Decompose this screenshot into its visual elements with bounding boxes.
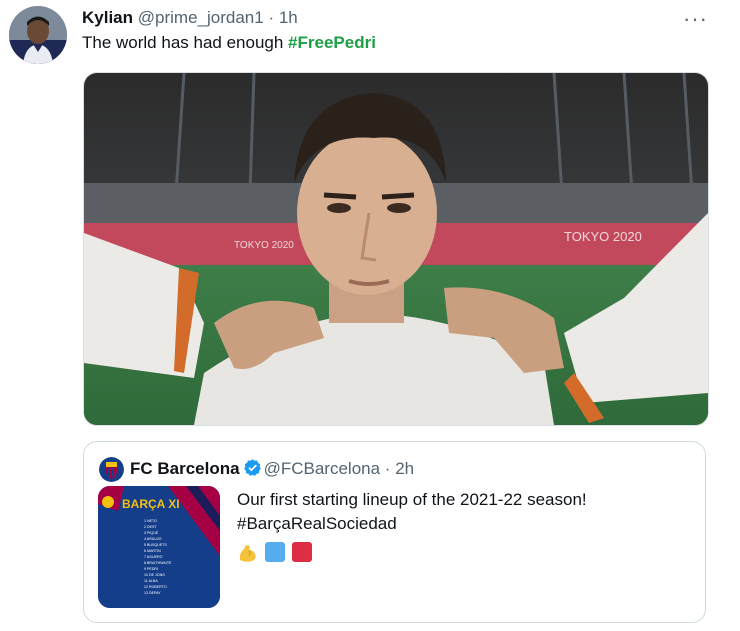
quoted-time[interactable]: 2h (395, 459, 414, 478)
tweet-media[interactable]: TOKYO 2020 TOKYO 2020 (83, 72, 709, 426)
lineup-player: 12 ROBERTO (144, 585, 167, 589)
lineup-player: 13 DEPAY (144, 591, 161, 595)
fc-barcelona-logo-icon (99, 457, 124, 482)
tweet-time[interactable]: 1h (279, 8, 298, 27)
avatar-image (9, 6, 67, 64)
stadium-text-right: TOKYO 2020 (564, 229, 642, 244)
more-horizontal-icon: ··· (683, 6, 708, 31)
quoted-thumbnail[interactable]: BARÇA XI 1 NETO 2 DEST 3 PIQUÉ 4 ARAUJO 5 BU… (98, 486, 220, 608)
blue-square-icon (265, 542, 286, 567)
lineup-player: 4 ARAUJO (144, 537, 162, 541)
tweet-header: Kylian @prime_jordan1 · 1h (82, 8, 298, 28)
media-image: TOKYO 2020 TOKYO 2020 (84, 73, 708, 425)
lineup-player: 10 DE JONG (144, 573, 165, 577)
hashtag-link[interactable]: #FreePedri (288, 33, 376, 52)
more-options-button[interactable]: ··· (683, 6, 708, 32)
lineup-player: 3 PIQUÉ (144, 530, 159, 535)
emoji-row (237, 542, 314, 564)
lineup-graphic: BARÇA XI 1 NETO 2 DEST3 PIQUÉ 4 ARAUJO 5 BU… (98, 486, 220, 608)
avatar[interactable] (9, 6, 67, 64)
lineup-player: 9 PEDRI (144, 567, 158, 571)
quoted-header: FC Barcelona @FCBarcelona · 2h (130, 458, 414, 482)
quoted-separator-dot: · (384, 459, 391, 478)
quoted-hashtag[interactable]: #BarçaRealSociedad (237, 512, 587, 536)
red-square-icon (291, 542, 312, 567)
quoted-text: Our first starting lineup of the 2021-22… (237, 488, 587, 536)
tweet-body: The world has had enough (82, 33, 289, 52)
flexed-biceps-icon (237, 542, 259, 569)
lineup-player: 1 NETO (144, 519, 157, 523)
author-name[interactable]: Kylian (82, 8, 133, 27)
author-handle[interactable]: @prime_jordan1 (138, 8, 264, 27)
tweet-text: The world has had enough #FreePedri (82, 33, 376, 53)
quoted-tweet[interactable]: FC Barcelona @FCBarcelona · 2h BARÇA XI 1… (83, 441, 706, 623)
verified-badge-icon (243, 458, 262, 482)
stadium-text-left: TOKYO 2020 (234, 240, 294, 251)
lineup-player: 6 MARTIN (144, 549, 161, 553)
lineup-player: 7 AGUERO (144, 555, 163, 559)
tweet[interactable]: Kylian @prime_jordan1 · 1h ··· The world… (0, 0, 740, 631)
quoted-line-1: Our first starting lineup of the 2021-22… (237, 490, 587, 509)
quoted-author-name[interactable]: FC Barcelona (130, 459, 240, 478)
separator-dot: · (268, 8, 275, 27)
lineup-player: 8 BRAITHWAITE (144, 561, 172, 565)
quoted-handle[interactable]: @FCBarcelona (264, 459, 380, 478)
lineup-player: 11 ALBA (144, 579, 158, 583)
lineup-player: 2 DEST (144, 525, 157, 529)
lineup-title: BARÇA XI (122, 497, 180, 511)
lineup-player: 5 BUSQUETS (144, 543, 167, 547)
